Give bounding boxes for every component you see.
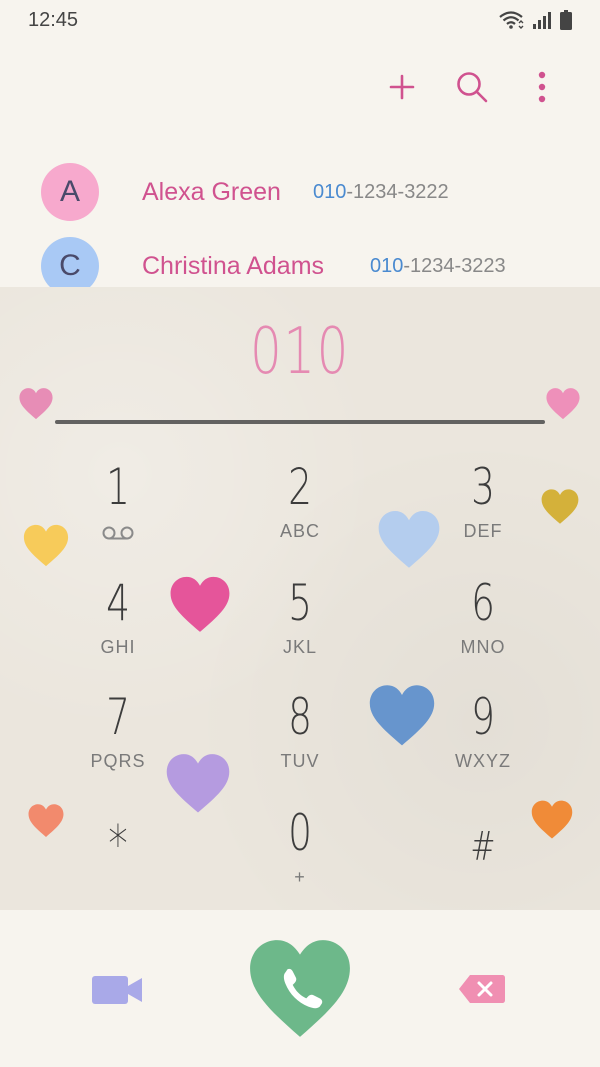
number-match: 010 xyxy=(370,254,404,277)
key-digit: 2 xyxy=(288,458,312,516)
key-letters: DEF xyxy=(463,521,503,541)
more-options-button[interactable] xyxy=(520,65,564,109)
key-4[interactable]: 4 GHI xyxy=(48,573,188,673)
key-8[interactable]: 8 TUV xyxy=(230,687,370,787)
key-digit: * xyxy=(108,815,128,875)
heart-decoration-icon xyxy=(546,388,580,420)
video-call-icon xyxy=(92,976,142,1004)
key-digit: 4 xyxy=(106,574,130,632)
key-hash[interactable]: # xyxy=(413,803,553,903)
key-9[interactable]: 9 WXYZ xyxy=(413,687,553,787)
key-digit: 7 xyxy=(106,688,130,746)
contact-name: Christina Adams xyxy=(142,251,325,280)
contact-suggestion[interactable]: A Alexa Green 010-1234-3222 xyxy=(0,155,600,229)
key-letters: GHI xyxy=(100,637,136,657)
key-letters: TUV xyxy=(280,751,320,771)
key-1[interactable]: 1 xyxy=(48,457,188,557)
key-digit: 5 xyxy=(288,574,312,632)
bottom-bar xyxy=(0,910,600,1067)
number-rest: -1234-3223 xyxy=(403,254,506,277)
phone-icon xyxy=(250,940,350,1037)
status-time: 12:45 xyxy=(28,8,79,31)
video-call-button[interactable] xyxy=(82,960,154,1020)
backspace-icon xyxy=(459,975,505,1003)
key-star[interactable]: * xyxy=(48,803,188,903)
wifi-icon xyxy=(499,11,524,29)
contact-number: 010-1234-3222 xyxy=(313,181,449,204)
backspace-button[interactable] xyxy=(452,966,512,1012)
key-3[interactable]: 3 DEF xyxy=(413,457,553,557)
dialpad: 010 1 2 ABC 3 DEF 4 GHI 5 JKL 6 MNO 7 PQ… xyxy=(0,287,600,910)
search-icon xyxy=(457,72,488,103)
key-digit: 1 xyxy=(106,458,130,516)
key-letters: WXYZ xyxy=(455,751,511,771)
avatar-initial: C xyxy=(59,249,81,282)
call-button[interactable] xyxy=(246,934,354,1044)
number-rest: -1234-3222 xyxy=(346,180,449,203)
key-digit: 8 xyxy=(288,688,312,746)
key-letters: MNO xyxy=(460,637,506,657)
contact-suggestions: A Alexa Green 010-1234-3222 C Christina … xyxy=(0,155,600,303)
key-letters: + xyxy=(294,867,306,887)
contact-name: Alexa Green xyxy=(142,177,281,206)
status-icons xyxy=(498,10,572,30)
more-vertical-icon xyxy=(538,71,546,103)
dial-underline xyxy=(55,420,545,424)
key-5[interactable]: 5 JKL xyxy=(230,573,370,673)
dialed-number[interactable]: 010 xyxy=(66,315,534,389)
plus-icon xyxy=(389,74,415,100)
search-button[interactable] xyxy=(450,65,494,109)
key-digit: 6 xyxy=(471,574,495,632)
add-contact-button[interactable] xyxy=(380,65,424,109)
key-letters: ABC xyxy=(279,521,320,541)
heart-decoration-icon xyxy=(19,388,53,420)
avatar: A xyxy=(41,163,99,221)
voicemail-icon xyxy=(102,526,134,540)
key-digit: 3 xyxy=(471,458,495,516)
top-actions xyxy=(380,62,564,112)
key-digit: 0 xyxy=(288,804,312,862)
number-match: 010 xyxy=(313,180,347,203)
key-2[interactable]: 2 ABC xyxy=(230,457,370,557)
avatar-initial: A xyxy=(59,175,80,208)
key-letters: PQRS xyxy=(90,751,146,771)
key-7[interactable]: 7 PQRS xyxy=(48,687,188,787)
key-0[interactable]: 0 + xyxy=(230,803,370,903)
key-digit: 9 xyxy=(471,688,495,746)
key-letters: JKL xyxy=(282,637,318,657)
signal-icon xyxy=(533,12,551,29)
key-6[interactable]: 6 MNO xyxy=(413,573,553,673)
battery-icon xyxy=(560,10,572,30)
contact-number: 010-1234-3223 xyxy=(370,255,506,278)
key-digit: # xyxy=(470,824,496,870)
status-bar: 12:45 xyxy=(0,0,600,40)
